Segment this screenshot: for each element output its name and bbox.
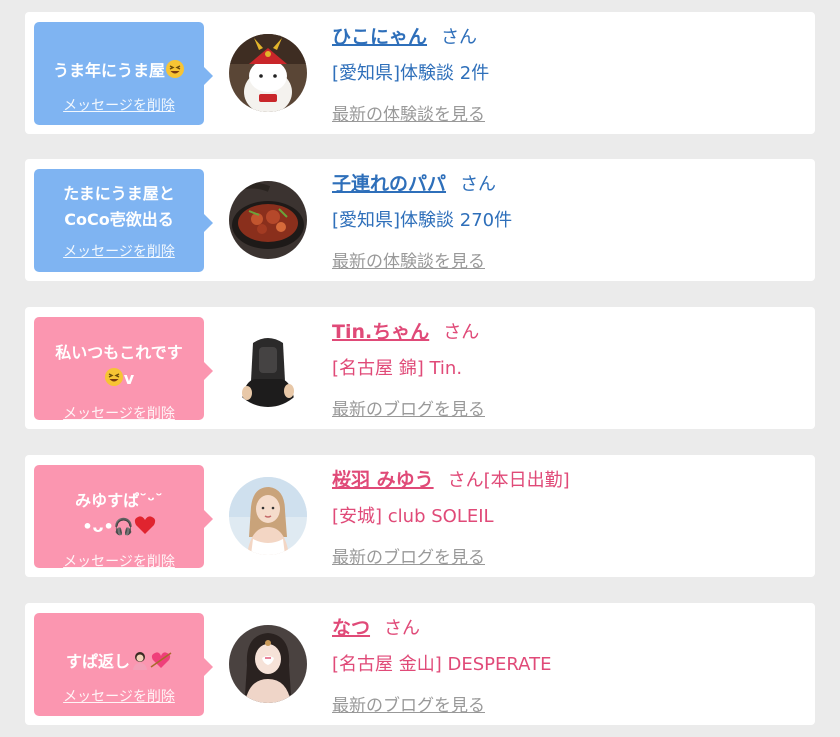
view-latest-link[interactable]: 最新のブログを見る [332,395,485,420]
view-latest-link[interactable]: 最新の体験談を見る [332,100,485,125]
avatar[interactable] [229,329,307,407]
view-latest-link[interactable]: 最新のブログを見る [332,543,485,568]
user-name-link[interactable]: ひこにゃん [332,26,427,48]
user-name-link[interactable]: 桜羽 みゆう [332,469,434,491]
avatar[interactable] [229,477,307,555]
bubble-message-text: たまにうま屋と CoCo壱欲出る [63,183,175,229]
avatar[interactable] [229,34,307,112]
delete-message-link[interactable]: メッセージを削除 [63,686,175,706]
user-subtitle: [名古屋 金山] DESPERATE [332,654,552,675]
user-subtitle: [名古屋 錦] Tin. [332,358,463,379]
delete-message-link[interactable]: メッセージを削除 [63,403,175,423]
message-bubble: すぱ返し メッセージを削除 [34,613,213,716]
message-list: うま年にうま屋 メッセージを削除 ひこにゃん さん [愛知県]体験談 2件 最新… [0,0,840,737]
honorific: さん [443,322,480,343]
user-name-link[interactable]: Tin.ちゃん [332,321,429,343]
honorific: さん [460,174,497,195]
view-latest-link[interactable]: 最新のブログを見る [332,691,485,716]
status-tag: [本日出勤] [483,470,570,491]
bubble-message-text: 私いつもこれです [55,343,183,362]
woman-photo-avatar-icon [229,625,307,703]
message-bubble: みゆすぱ˘ᵕ˘ •ᴗ•🎧 メッセージを削除 [34,465,213,571]
message-card: たまにうま屋と CoCo壱欲出る メッセージを削除 子連れのパパ さん [愛知県]… [25,159,815,281]
user-subtitle: [愛知県]体験談 270件 [332,210,513,231]
honorific: さん [441,27,478,48]
woman-photo-avatar-icon [229,477,307,555]
message-card: みゆすぱ˘ᵕ˘ •ᴗ•🎧 メッセージを削除 桜羽 みゆう さん[本日出勤] [安城… [25,455,815,577]
mascot-avatar-icon [229,34,307,112]
bubble-message-suffix: v [123,369,135,388]
heart-with-arrow-emoji-icon [150,650,172,678]
user-name-link[interactable]: 子連れのパパ [332,173,446,195]
message-card: 私いつもこれです v メッセージを削除 Tin.ちゃん さん [名古屋 錦] Ti… [25,307,815,429]
message-bubble: 私いつもこれです v メッセージを削除 [34,317,213,423]
message-card: すぱ返し メッセージを削除 なつ さん [名古屋 金山] DESPERATE 最新… [25,603,815,725]
bubble-message-text: すぱ返し [65,652,130,671]
user-subtitle: [安城] club SOLEIL [332,506,494,527]
message-bubble: うま年にうま屋 メッセージを削除 [34,22,213,125]
laughing-face-emoji-icon [165,59,185,87]
avatar[interactable] [229,625,307,703]
delete-message-link[interactable]: メッセージを削除 [63,95,175,115]
food-plate-avatar-icon [229,181,307,259]
user-name-link[interactable]: なつ [332,617,370,639]
delete-message-link[interactable]: メッセージを削除 [63,241,175,261]
view-latest-link[interactable]: 最新の体験談を見る [332,247,485,272]
laughing-face-emoji-icon [104,367,124,395]
message-card: うま年にうま屋 メッセージを削除 ひこにゃん さん [愛知県]体験談 2件 最新… [25,12,815,134]
bubble-message-text: うま年にうま屋 [52,61,165,80]
avatar[interactable] [229,181,307,259]
red-heart-emoji-icon [134,515,156,543]
user-subtitle: [愛知県]体験談 2件 [332,63,490,84]
person-emoji-icon [130,650,150,678]
honorific: さん [384,618,421,639]
message-bubble: たまにうま屋と CoCo壱欲出る メッセージを削除 [34,169,213,272]
delete-message-link[interactable]: メッセージを削除 [63,551,175,571]
honorific: さん [447,470,484,491]
hooded-figure-avatar-icon [229,329,307,407]
